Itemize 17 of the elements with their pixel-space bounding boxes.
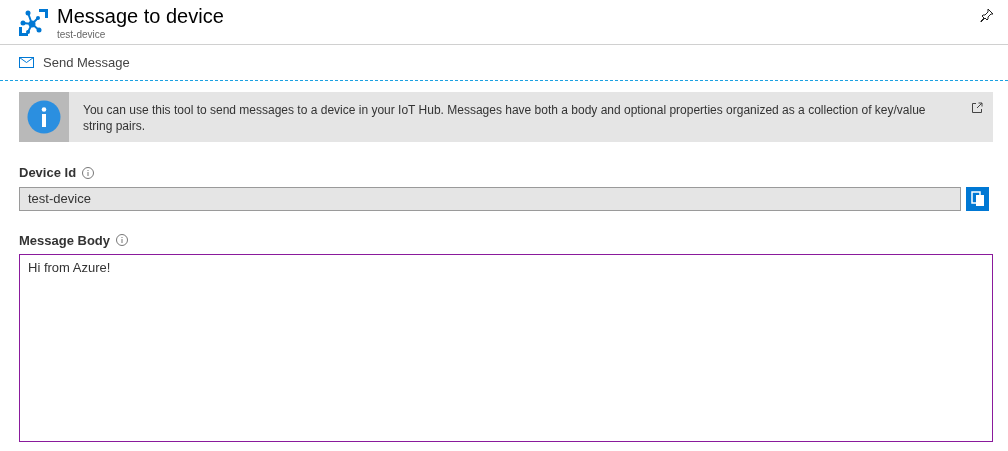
pin-icon[interactable] xyxy=(980,8,994,22)
info-icon[interactable] xyxy=(116,234,129,247)
message-body-label: Message Body xyxy=(19,231,111,250)
message-body-field[interactable]: Hi from Azure! xyxy=(19,254,993,442)
copy-icon xyxy=(970,190,985,207)
envelope-icon xyxy=(19,57,34,68)
device-id-label: Device Id xyxy=(19,164,77,182)
info-icon[interactable] xyxy=(82,166,95,179)
info-text: You can use this tool to send messages to a device in your IoT Hub. Messages have both a body and optional properties organized as a collection of key/value string pairs. xyxy=(83,102,927,135)
send-message-button[interactable]: Send Message xyxy=(19,52,130,73)
hub-icon xyxy=(18,8,48,38)
external-link-icon[interactable] xyxy=(971,102,983,114)
blade-title: Message to device xyxy=(57,4,224,29)
device-id-field[interactable]: test-device xyxy=(19,186,962,211)
info-icon xyxy=(27,100,61,134)
blade-subtitle: test-device xyxy=(57,29,107,41)
copy-button[interactable] xyxy=(966,186,989,211)
